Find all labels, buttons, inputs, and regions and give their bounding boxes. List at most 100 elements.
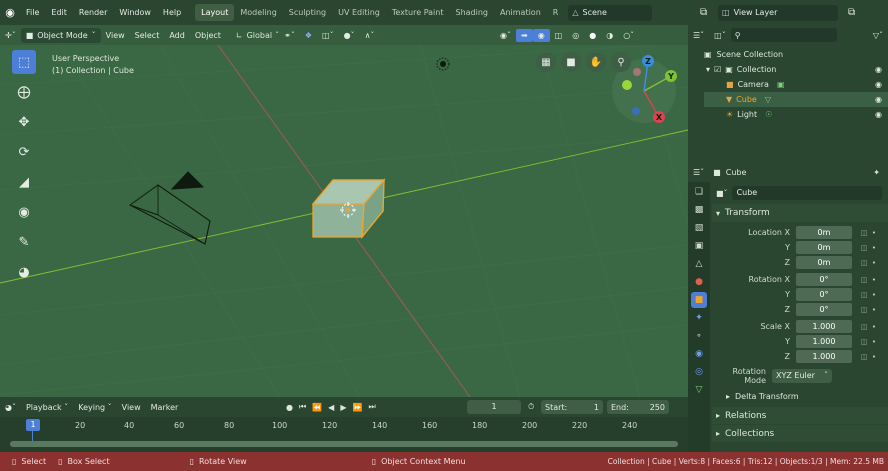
relations-panel-header[interactable]: ▸ Relations	[712, 407, 888, 424]
menu-timeline-view[interactable]: View	[117, 401, 146, 414]
display-mode-icon[interactable]: ☰ˇ	[688, 29, 709, 42]
annotate-tool-icon[interactable]: ✎	[12, 230, 36, 254]
xray-icon[interactable]: ◫	[550, 29, 568, 42]
next-keyframe-icon[interactable]: ⏩	[352, 403, 362, 412]
transform-orientation[interactable]: ∟ Global ˇ	[236, 31, 279, 40]
tab-sculpting[interactable]: Sculpting	[283, 4, 332, 21]
current-frame-field[interactable]: 1	[467, 400, 521, 414]
menu-view[interactable]: View	[101, 29, 130, 42]
tab-texture-paint[interactable]: Texture Paint	[386, 4, 450, 21]
3d-viewport[interactable]: X Y Z ✛ˇ ■ Object Mode ˇ View Select Add…	[0, 25, 688, 397]
expand-icon[interactable]: ▾	[706, 65, 710, 74]
prev-keyframe-icon[interactable]: ⏪	[312, 403, 322, 412]
physics-tab-icon[interactable]: ◉	[691, 346, 707, 362]
shading-material-icon[interactable]: ◑	[601, 29, 618, 42]
rotation-x-field[interactable]: 0°	[796, 273, 852, 286]
overlay-toggle-icon[interactable]: ◉	[532, 28, 550, 42]
outliner-search-input[interactable]: ⚲	[730, 28, 837, 42]
menu-file[interactable]: File	[20, 8, 45, 17]
menu-render[interactable]: Render	[73, 8, 113, 17]
timeline-track[interactable]: 1 20 40 60 80 100 120 140 160 180 200 22…	[0, 417, 688, 452]
zoom-icon[interactable]: ⚲	[611, 52, 631, 72]
constraints-tab-icon[interactable]: ◎	[691, 364, 707, 380]
tab-shading[interactable]: Shading	[449, 4, 494, 21]
rotation-mode-select[interactable]: XYZ Euler ˇ	[772, 368, 832, 383]
tree-collection[interactable]: ▾ ☑ ▣ Collection ◉	[704, 62, 888, 77]
new-scene-icon[interactable]: ⧉	[700, 7, 707, 18]
snap-target-icon[interactable]: ◫ˇ	[317, 29, 339, 42]
object-data-icon[interactable]: ■ˇ	[716, 189, 728, 198]
keyframe-icon[interactable]: •	[870, 259, 878, 267]
eye-icon[interactable]: ◉	[875, 110, 882, 119]
keyframe-icon[interactable]: •	[870, 229, 878, 237]
lock-icon[interactable]: ◫	[858, 323, 870, 331]
rotation-z-field[interactable]: 0°	[796, 303, 852, 316]
stopwatch-icon[interactable]: ⏱	[528, 402, 534, 412]
keyframe-icon[interactable]: •	[870, 276, 878, 284]
shading-solid-icon[interactable]: ●	[584, 29, 601, 42]
delta-transform-subpanel[interactable]: ▸ Delta Transform	[712, 389, 888, 404]
scale-y-field[interactable]: 1.000	[796, 335, 852, 348]
keyframe-icon[interactable]: •	[870, 323, 878, 331]
keyframe-icon[interactable]: •	[870, 291, 878, 299]
measure-tool-icon[interactable]: ◕	[12, 260, 36, 284]
cursor-tool-icon[interactable]: ⨁	[12, 80, 36, 104]
menu-window[interactable]: Window	[113, 8, 157, 17]
menu-help[interactable]: Help	[157, 8, 187, 17]
view-layer-tab-icon[interactable]: ▣	[691, 238, 707, 254]
data-tab-icon[interactable]: ▽	[691, 382, 707, 398]
new-view-layer-icon[interactable]: ⧉	[848, 7, 855, 18]
keyframe-icon[interactable]: •	[870, 306, 878, 314]
location-y-field[interactable]: 0m	[796, 241, 852, 254]
menu-keying[interactable]: Keying ˇ	[73, 401, 116, 414]
lock-icon[interactable]: ◫	[858, 229, 870, 237]
particles-tab-icon[interactable]: ∘	[691, 328, 707, 344]
modifier-tab-icon[interactable]: ✦	[691, 310, 707, 326]
falloff-icon[interactable]: ∧ˇ	[360, 29, 380, 42]
jump-end-icon[interactable]: ⏭	[368, 402, 375, 412]
lock-icon[interactable]: ◫	[858, 291, 870, 299]
world-tab-icon[interactable]: ●	[691, 274, 707, 290]
gizmo-toggle-icon[interactable]: ➡	[515, 28, 533, 42]
menu-object[interactable]: Object	[190, 29, 226, 42]
transform-tool-icon[interactable]: ◉	[12, 200, 36, 224]
object-tab-icon[interactable]: ■	[691, 292, 707, 308]
eye-icon[interactable]: ◉	[875, 80, 882, 89]
pin-icon[interactable]: ✦	[873, 168, 880, 177]
mode-selector[interactable]: ■ Object Mode ˇ	[20, 27, 101, 43]
mesh-data-icon[interactable]: ▽	[765, 95, 771, 104]
scene-tab-icon[interactable]: △	[691, 256, 707, 272]
light-data-icon[interactable]: ☉	[765, 110, 772, 119]
pan-hand-icon[interactable]: ✋	[586, 52, 606, 72]
object-name-field[interactable]: Cube	[731, 186, 882, 200]
scene-selector[interactable]: △ Scene	[568, 4, 653, 21]
scale-x-field[interactable]: 1.000	[796, 320, 852, 333]
render-tab-icon[interactable]: ▩	[691, 202, 707, 218]
menu-edit[interactable]: Edit	[45, 8, 73, 17]
transform-panel-header[interactable]: ▾ Transform	[712, 204, 888, 222]
tab-rendering[interactable]: R	[547, 4, 565, 21]
camera-data-icon[interactable]: ▣	[777, 80, 785, 89]
properties-editor-icon[interactable]: ☰ˇ	[688, 166, 709, 179]
lock-icon[interactable]: ◫	[858, 338, 870, 346]
blender-logo-icon[interactable]: ◉	[0, 6, 20, 19]
tab-animation[interactable]: Animation	[494, 4, 547, 21]
editor-type-icon[interactable]: ✛ˇ	[0, 29, 21, 42]
shading-wireframe-icon[interactable]: ◎	[567, 29, 584, 42]
lock-icon[interactable]: ◫	[858, 276, 870, 284]
rotate-tool-icon[interactable]: ⟳	[12, 140, 36, 164]
tree-item-camera[interactable]: ■ Camera ▣ ◉	[704, 77, 888, 92]
select-box-tool-icon[interactable]: ⬚	[12, 50, 36, 74]
proportional-edit-icon[interactable]: ●ˇ	[339, 29, 360, 42]
view-layer-selector[interactable]: ◫ View Layer	[718, 4, 838, 21]
rotation-y-field[interactable]: 0°	[796, 288, 852, 301]
camera-view-icon[interactable]: ■	[561, 52, 581, 72]
output-tab-icon[interactable]: ▧	[691, 220, 707, 236]
tab-uv-editing[interactable]: UV Editing	[332, 4, 386, 21]
menu-playback[interactable]: Playback ˇ	[21, 401, 73, 414]
tree-item-cube[interactable]: ▼ Cube ▽ ◉	[704, 92, 888, 107]
record-icon[interactable]: ●	[286, 403, 293, 412]
scale-z-field[interactable]: 1.000	[796, 350, 852, 363]
checkbox-icon[interactable]: ☑	[714, 65, 721, 74]
play-icon[interactable]: ▶	[340, 403, 346, 412]
